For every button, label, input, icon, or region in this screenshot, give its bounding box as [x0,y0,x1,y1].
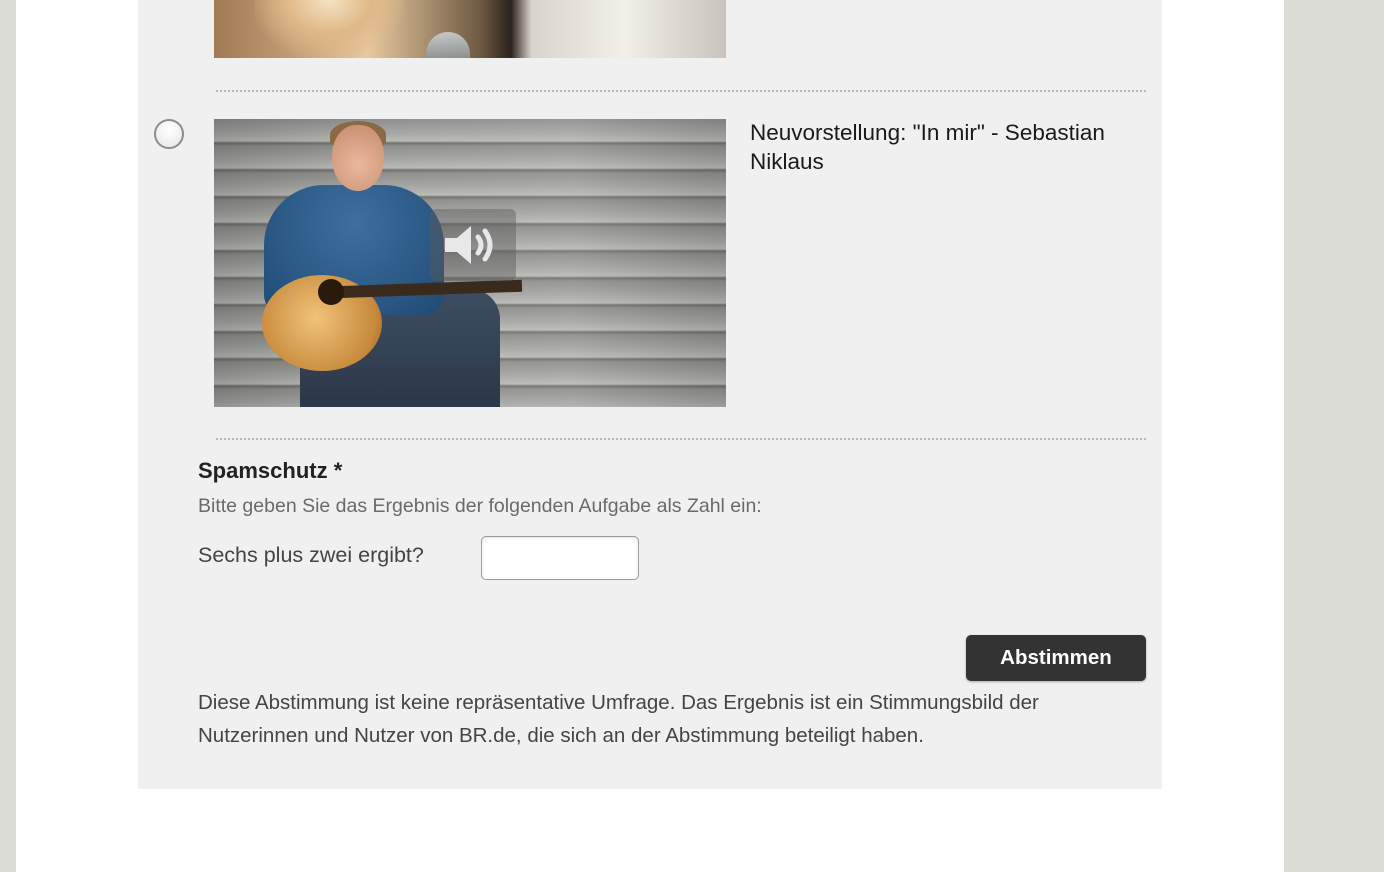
spam-protection-heading: Spamschutz * [198,458,343,483]
poll-option-radio[interactable] [154,119,184,149]
option-divider [216,438,1146,440]
poll-option-image[interactable] [214,119,726,407]
spam-protection-instruction: Bitte geben Sie das Ergebnis der folgend… [198,495,762,517]
poll-disclaimer: Diese Abstimmung ist keine repräsentativ… [198,691,1039,747]
captcha-answer-input[interactable] [481,536,639,580]
captcha-question: Sechs plus zwei ergibt? [198,543,424,567]
poll-option-title: Neuvorstellung: "In mir" - Sebastian Nik… [750,120,1105,174]
poll-option-image-previous[interactable] [214,0,726,58]
image-detail [318,279,344,305]
option-divider [216,90,1146,92]
image-detail [426,32,470,58]
speaker-volume-icon[interactable] [430,209,516,281]
image-detail [254,0,404,58]
vote-button[interactable]: Abstimmen [966,635,1146,681]
image-detail [332,125,384,191]
